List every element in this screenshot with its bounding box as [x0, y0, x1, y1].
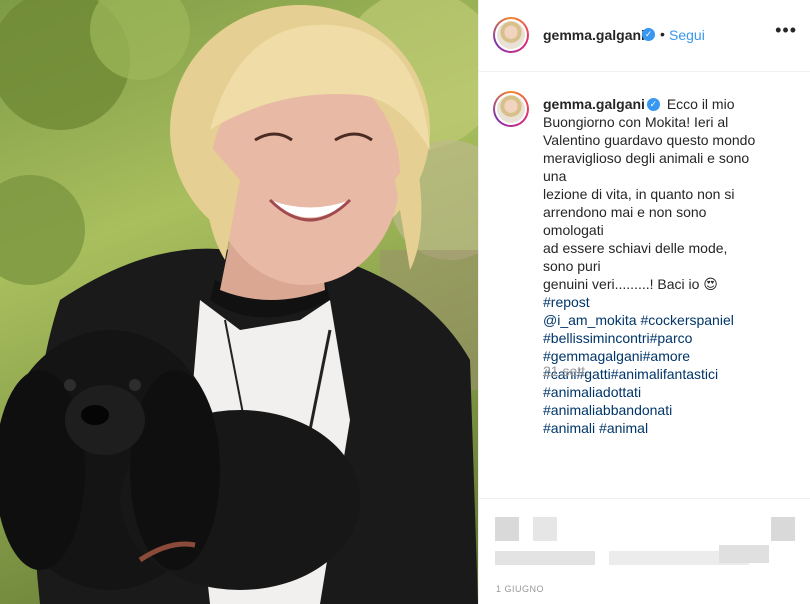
profile-avatar[interactable] [493, 17, 529, 53]
post-caption: gemma.galgani ✓ Ecco il mio Buongiorno co… [543, 95, 757, 437]
post-side-panel: gemma.galgani ✓ • Segui ••• gemma.galgan… [478, 0, 810, 604]
caption-avatar[interactable] [493, 91, 529, 127]
verified-badge-icon: ✓ [642, 28, 655, 41]
header-username[interactable]: gemma.galgani [543, 27, 645, 43]
hashtag-link[interactable]: #repost [543, 294, 590, 310]
hashtag-link[interactable]: #bellissimincontri#parco [543, 329, 757, 347]
hashtag-link[interactable]: #animali #animal [543, 419, 757, 437]
blurred-comment-icon[interactable] [533, 517, 557, 541]
heart-eyes-emoji-icon: 😍 [703, 276, 718, 292]
caption-line: Buongiorno con Mokita! Ieri al [543, 114, 729, 130]
blurred-like-icon[interactable] [495, 517, 519, 541]
post-header: gemma.galgani ✓ • Segui ••• [479, 0, 810, 72]
caption-date: 21 sett. [543, 363, 589, 379]
caption-line: arrendono mai e non sono omologati [543, 204, 707, 238]
caption-line: meraviglioso degli animali e sono una [543, 150, 750, 184]
hashtag-link[interactable]: #animaliadottati #animaliabbandonati [543, 383, 757, 419]
follow-button[interactable]: Segui [669, 27, 705, 43]
more-options-icon[interactable]: ••• [775, 20, 797, 41]
blurred-save-icon[interactable] [771, 517, 795, 541]
blurred-likes-text [495, 551, 595, 565]
caption-line: lezione di vita, in quanto non si [543, 186, 735, 202]
hashtag-link[interactable]: @i_am_mokita #cockerspaniel [543, 311, 757, 329]
caption-text: genuini veri.........! Baci io [543, 276, 700, 292]
caption-line-with-emoji: genuini veri.........! Baci io 😍 #repost [543, 275, 757, 311]
post-photo[interactable] [0, 0, 478, 604]
post-date: 1 GIUGNO [496, 584, 545, 594]
photo-illustration [0, 0, 478, 604]
caption-username[interactable]: gemma.galgani [543, 96, 645, 112]
separator-dot: • [660, 26, 665, 42]
caption-line: ad essere schiavi delle mode, sono puri [543, 240, 728, 274]
caption-line: Valentino guardavo questo mondo [543, 132, 756, 148]
blurred-block [719, 545, 769, 563]
caption-line: Ecco il mio [666, 96, 735, 112]
caption-verified-icon: ✓ [646, 97, 660, 111]
